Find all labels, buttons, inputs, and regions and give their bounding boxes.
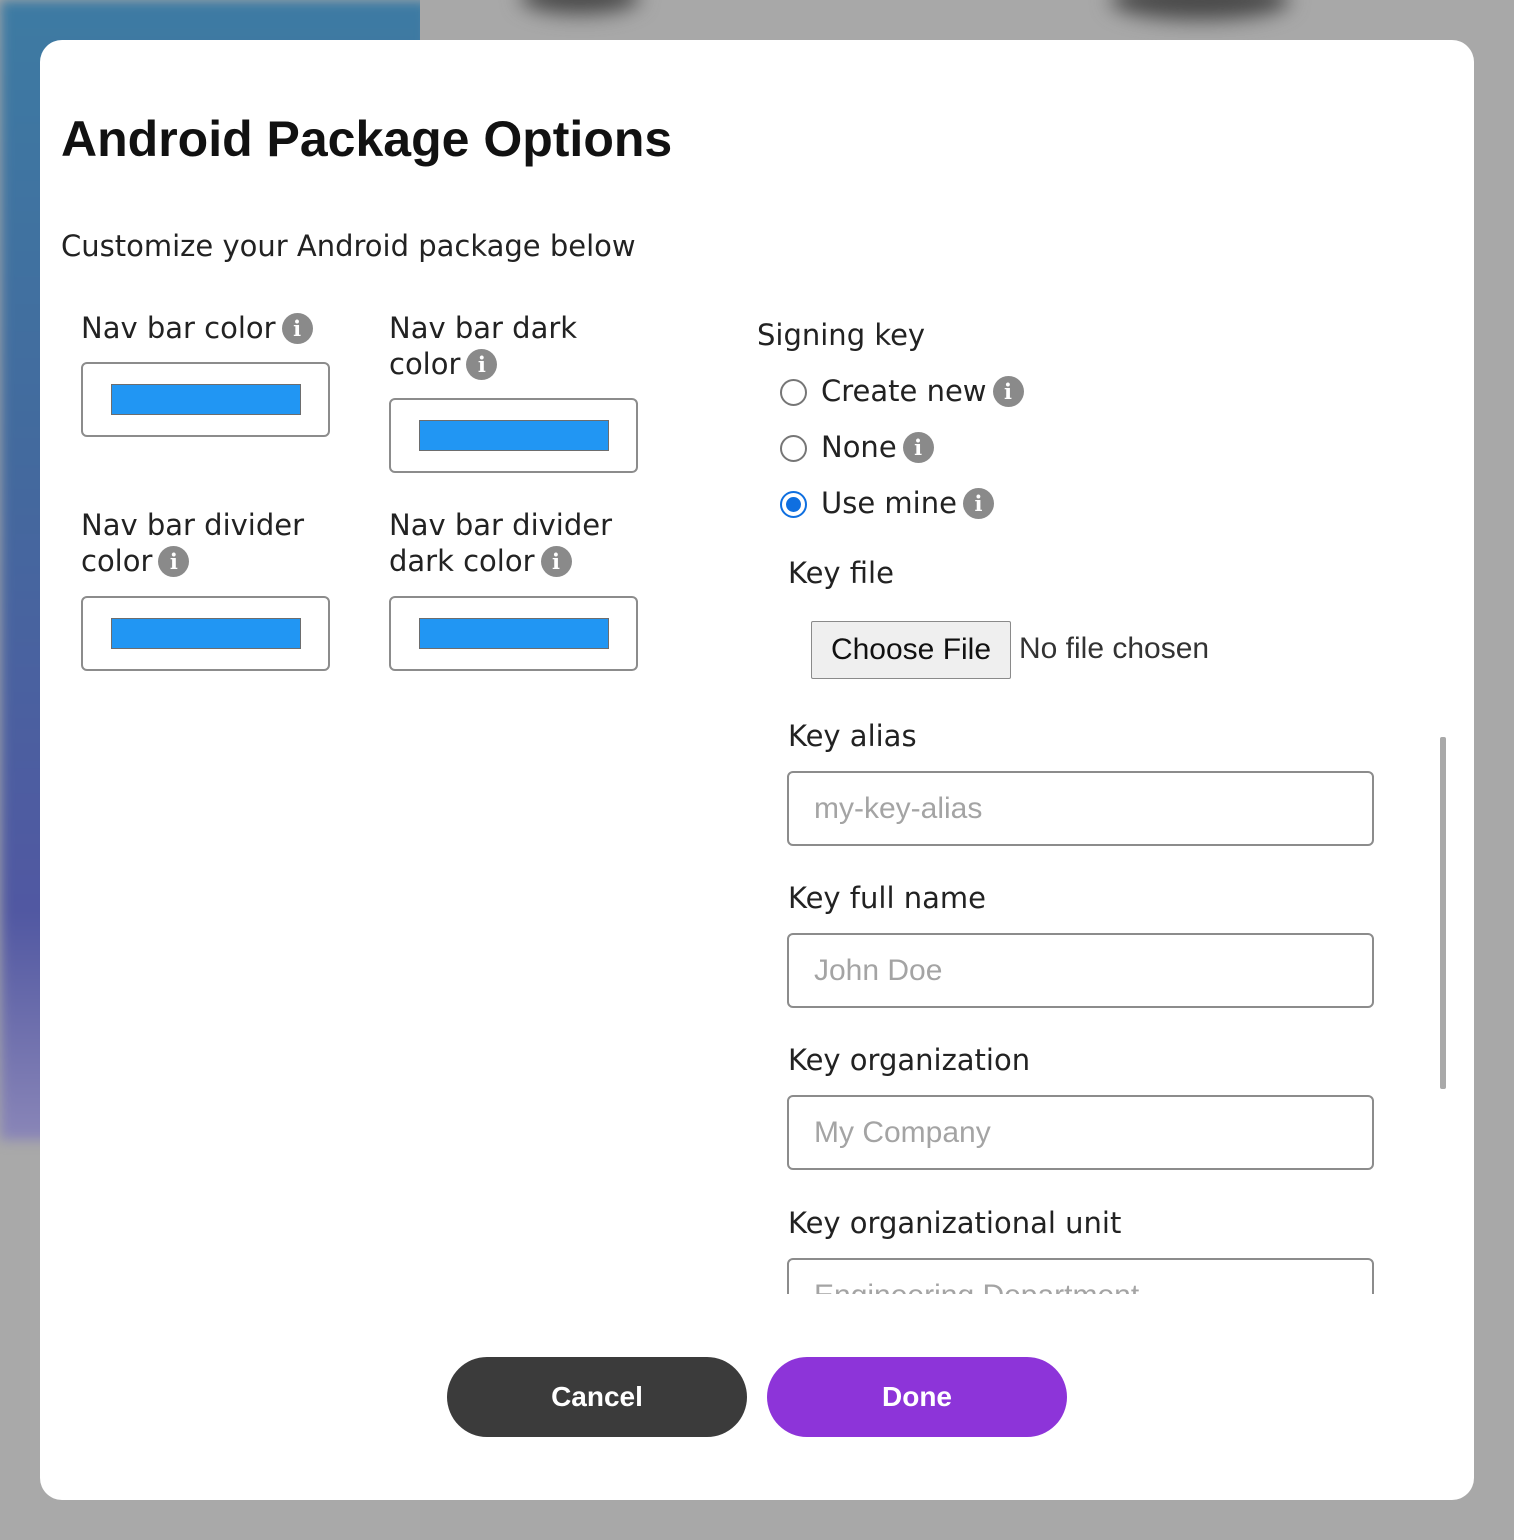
radio-button-selected[interactable]	[780, 491, 807, 518]
nav-bar-divider-color-label: Nav bar divider color i	[81, 508, 305, 578]
android-package-options-dialog: Android Package Options Customize your A…	[40, 40, 1474, 1500]
dialog-subtitle: Customize your Android package below	[61, 229, 636, 263]
nav-bar-color-field: Nav bar color i	[81, 310, 331, 437]
key-organizational-unit-input[interactable]	[787, 1258, 1374, 1294]
nav-bar-divider-color-picker[interactable]	[81, 596, 330, 671]
scrollbar[interactable]	[1440, 737, 1446, 1089]
nav-bar-divider-dark-color-picker[interactable]	[389, 596, 638, 671]
file-status-text: No file chosen	[1019, 632, 1210, 665]
info-icon[interactable]: i	[281, 313, 313, 344]
info-icon[interactable]: i	[540, 546, 572, 577]
nav-bar-divider-dark-color-swatch	[419, 618, 609, 649]
nav-bar-dark-color-swatch	[419, 420, 609, 451]
nav-bar-dark-color-field: Nav bar dark color i	[389, 310, 639, 473]
nav-bar-divider-color-swatch	[111, 618, 301, 649]
key-fields-scroll-area[interactable]: Key file Choose File No file chosen Key …	[787, 540, 1447, 1294]
key-alias-input[interactable]	[787, 771, 1374, 846]
nav-bar-dark-color-label: Nav bar dark color i	[389, 311, 578, 381]
radio-button[interactable]	[780, 379, 807, 406]
info-icon[interactable]: i	[992, 376, 1024, 407]
key-organization-input[interactable]	[787, 1095, 1374, 1170]
key-organization-label: Key organization	[788, 1043, 1031, 1077]
nav-bar-divider-color-field: Nav bar divider color i	[81, 507, 331, 671]
choose-file-button[interactable]: Choose File	[811, 621, 1011, 679]
nav-bar-divider-dark-color-label: Nav bar divider dark color i	[389, 508, 613, 578]
nav-bar-color-picker[interactable]	[81, 362, 330, 437]
info-icon[interactable]: i	[902, 432, 934, 463]
signing-key-title: Signing key	[757, 318, 926, 352]
nav-bar-dark-color-picker[interactable]	[389, 398, 638, 473]
info-icon[interactable]: i	[158, 546, 190, 577]
key-file-label: Key file	[788, 556, 894, 590]
info-icon[interactable]: i	[466, 349, 498, 380]
nav-bar-divider-dark-color-field: Nav bar divider dark color i	[389, 507, 639, 671]
nav-bar-color-label: Nav bar color i	[81, 310, 331, 346]
key-organizational-unit-label: Key organizational unit	[788, 1206, 1122, 1240]
key-full-name-label: Key full name	[788, 881, 986, 915]
key-alias-label: Key alias	[788, 719, 917, 753]
cancel-button[interactable]: Cancel	[447, 1357, 747, 1437]
signing-key-group: Signing key Create new i None i Use mine i	[757, 318, 1024, 520]
dialog-title: Android Package Options	[61, 111, 673, 167]
done-button[interactable]: Done	[767, 1357, 1067, 1437]
radio-button[interactable]	[780, 435, 807, 462]
nav-bar-color-swatch	[111, 384, 301, 415]
info-icon[interactable]: i	[962, 488, 994, 519]
key-full-name-input[interactable]	[787, 933, 1374, 1008]
